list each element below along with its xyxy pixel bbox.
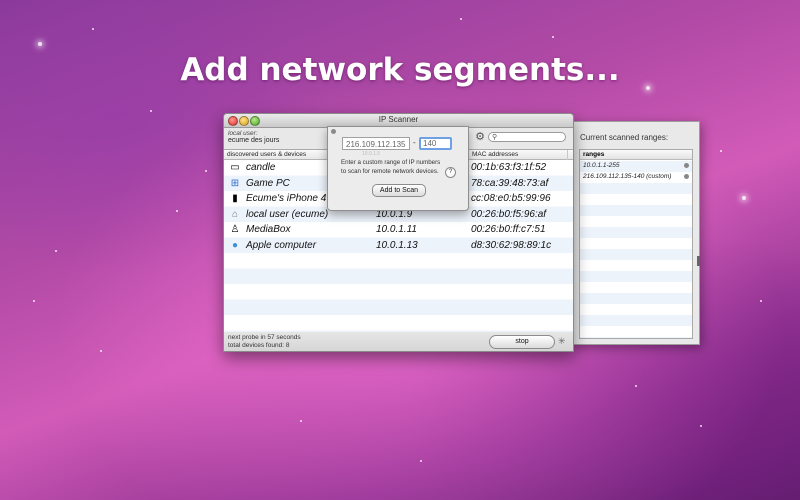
spinner-icon: ✳	[558, 336, 566, 346]
mac-mini-icon: ▭	[230, 162, 240, 173]
column-header-mac[interactable]: MAC addresses	[469, 150, 518, 159]
device-mac: 00:26:b0:f5:96:af	[471, 208, 547, 220]
device-name: Ecume's iPhone 4	[246, 193, 327, 204]
range-row[interactable]: 10.0.1.1-255	[580, 160, 692, 171]
star	[742, 196, 746, 200]
device-name: candle	[246, 162, 276, 173]
star	[720, 150, 722, 152]
table-row[interactable]: ♙ MediaBox 10.0.1.11 00:26:b0:ff:c7:51	[224, 222, 573, 238]
ranges-column-header[interactable]: ranges	[580, 150, 692, 160]
local-user-name: ecume des jours	[228, 137, 280, 144]
star	[38, 42, 42, 46]
help-icon[interactable]: ?	[445, 167, 456, 178]
star	[635, 385, 637, 387]
windows-icon: ⊞	[230, 177, 240, 189]
star	[552, 36, 554, 38]
help-text-line1: Enter a custom range of IP numbers	[341, 159, 441, 166]
remove-range-icon[interactable]	[684, 174, 689, 179]
star	[55, 250, 57, 252]
apple-icon: ●	[231, 239, 239, 251]
iphone-icon: ▮	[232, 193, 238, 204]
close-icon[interactable]	[331, 129, 336, 134]
device-name: Game PC	[246, 177, 290, 189]
add-range-popover: 216.109.112.135 10.0.1.5 - 140 Enter a c…	[327, 126, 469, 211]
linux-icon: ♙	[230, 224, 240, 235]
table-row[interactable]: ● Apple computer 10.0.1.13 d8:30:62:98:8…	[224, 238, 573, 254]
headline: Add network segments...	[180, 52, 620, 88]
stop-button[interactable]: stop	[489, 335, 555, 349]
start-ip-field[interactable]: 216.109.112.135	[342, 137, 410, 150]
star	[150, 110, 152, 112]
window-title: IP Scanner	[378, 115, 419, 124]
star	[420, 460, 422, 462]
device-ip: 10.0.1.11	[376, 224, 417, 235]
star	[460, 18, 462, 20]
ranges-table: ranges 10.0.1.1-255 216.109.112.135-140 …	[579, 149, 693, 339]
column-header-devices[interactable]: discovered users & devices	[224, 150, 306, 159]
device-mac: d8:30:62:98:89:1c	[471, 239, 552, 251]
range-text: 10.0.1.1-255	[583, 162, 620, 169]
star	[205, 170, 207, 172]
range-row[interactable]: 216.109.112.135-140 (custom)	[580, 171, 692, 182]
drawer-title: Current scanned ranges:	[580, 133, 669, 142]
scanned-ranges-drawer: Current scanned ranges: ranges 10.0.1.1-…	[570, 121, 700, 345]
status-bar: next probe in 57 seconds total devices f…	[224, 332, 573, 351]
device-name: Apple computer	[246, 239, 317, 251]
remove-range-icon[interactable]	[684, 163, 689, 168]
star	[92, 28, 94, 30]
star	[100, 350, 102, 352]
device-name: local user (ecume)	[246, 208, 329, 220]
device-name: MediaBox	[246, 224, 291, 235]
star	[760, 300, 762, 302]
range-text: 216.109.112.135-140 (custom)	[583, 173, 672, 180]
help-text-line2: to scan for remote network devices.	[341, 168, 439, 175]
next-probe-status: next probe in 57 seconds	[228, 334, 301, 341]
star	[300, 420, 302, 422]
device-mac: cc:08:e0:b5:99:96	[471, 193, 551, 204]
device-mac: 00:1b:63:f3:1f:52	[471, 162, 547, 173]
star	[33, 300, 35, 302]
device-mac: 00:26:b0:ff:c7:51	[471, 224, 546, 235]
drawer-resize-handle[interactable]	[697, 256, 700, 266]
range-dash: -	[413, 138, 416, 147]
gear-icon[interactable]: ⚙	[474, 131, 486, 143]
add-to-scan-button[interactable]: Add to Scan	[372, 184, 426, 197]
local-user-label: local user:	[228, 130, 258, 137]
total-devices-status: total devices found: 8	[228, 342, 290, 349]
search-input[interactable]: ⚲	[488, 132, 566, 142]
home-icon: ⌂	[231, 208, 239, 220]
end-ip-field[interactable]: 140	[419, 137, 452, 150]
device-ip: 10.0.1.13	[376, 239, 418, 251]
star	[700, 425, 702, 427]
ip-hint: 10.0.1.5	[362, 151, 381, 157]
star	[176, 210, 178, 212]
device-mac: 78:ca:39:48:73:af	[471, 177, 549, 189]
search-icon: ⚲	[492, 134, 498, 141]
